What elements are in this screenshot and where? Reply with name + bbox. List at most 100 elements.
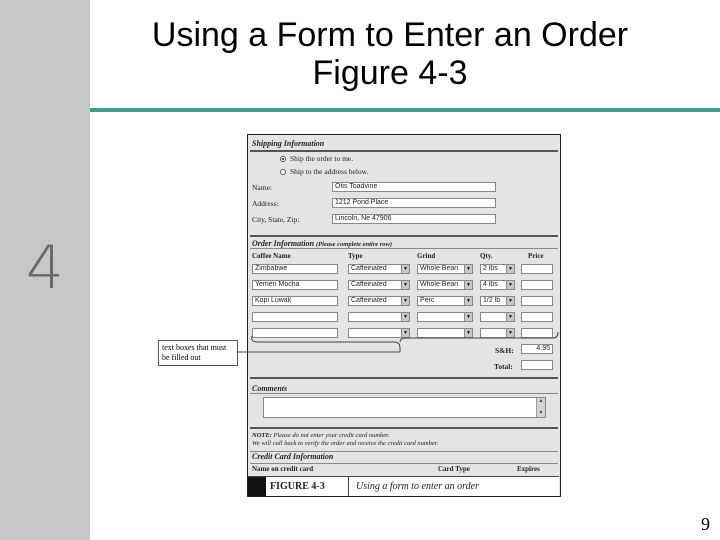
coffee-name-field[interactable]: Kopi Luwak [252, 296, 338, 306]
note-prefix: NOTE: [252, 432, 272, 439]
slide-title-line2: Figure 4-3 [312, 54, 468, 92]
dropdown-arrow-icon: ▼ [401, 297, 409, 305]
col-type: Type [348, 252, 363, 260]
note-line1: Please do not enter your credit card num… [273, 432, 390, 439]
ship-to-address-radio[interactable] [280, 169, 286, 175]
section-divider [250, 150, 558, 152]
caption-divider [348, 477, 349, 496]
type-select[interactable]: Caffeinated ▼ [348, 264, 410, 274]
dropdown-arrow-icon: ▼ [401, 329, 409, 337]
col-grind: Grind [417, 252, 436, 260]
callout-box: text boxes that must be filled out [158, 340, 238, 366]
dropdown-arrow-icon: ▼ [464, 297, 472, 305]
qty-select[interactable]: 4 lbs ▼ [480, 280, 515, 290]
section-divider [250, 427, 558, 429]
shipping-heading: Shipping Information [252, 139, 325, 148]
col-coffee-name: Coffee Name [252, 252, 291, 260]
price-field[interactable] [521, 328, 553, 338]
qty-value: 2 lbs [483, 265, 498, 272]
address-label: Address: [252, 199, 279, 208]
slide-title-line1: Using a Form to Enter an Order [151, 16, 629, 54]
coffee-name-field[interactable] [252, 328, 338, 338]
chapter-sidebar: 4 [0, 0, 90, 540]
grind-value: Whole Bean [420, 281, 459, 288]
type-select[interactable]: Caffeinated ▼ [348, 280, 410, 290]
dropdown-arrow-icon: ▼ [464, 313, 472, 321]
type-value: Caffeinated [351, 265, 387, 272]
col-price: Price [528, 252, 544, 260]
col-qty: Qty. [480, 252, 493, 260]
order-form-figure: Shipping Information Ship the order to m… [247, 134, 561, 497]
sh-label: S&H: [495, 346, 514, 355]
qty-select[interactable]: ▼ [480, 312, 515, 322]
name-field[interactable]: Otis Toadvine [332, 182, 496, 192]
chapter-number: 4 [25, 233, 65, 303]
address-field[interactable]: 1212 Pond Place [332, 198, 496, 208]
type-select[interactable]: ▼ [348, 312, 410, 322]
city-state-zip-label: City, State, Zip: [252, 215, 300, 224]
credit-card-heading: Credit Card Information [252, 452, 334, 461]
ship-to-address-label: Ship to the address below. [290, 167, 369, 176]
total-field [521, 360, 553, 370]
qty-value: 1/2 lb [483, 297, 501, 304]
grind-select[interactable]: Whole Bean ▼ [417, 280, 473, 290]
order-heading-note: (Please complete entire row) [316, 241, 393, 248]
dropdown-arrow-icon: ▼ [464, 265, 472, 273]
price-field[interactable] [521, 312, 553, 322]
slide-title: Using a Form to Enter an Order Figure 4-… [100, 16, 680, 92]
caption-marker [248, 477, 266, 496]
qty-value: 4 lbs [483, 281, 498, 288]
dropdown-arrow-icon: ▼ [506, 313, 514, 321]
type-value: Caffeinated [351, 281, 387, 288]
ship-to-me-label: Ship the order to me. [290, 154, 354, 163]
note-text: NOTE: Please do not enter your credit ca… [252, 432, 438, 448]
grind-select[interactable]: ▼ [417, 328, 473, 338]
city-state-zip-field[interactable]: Lincoln, Ne 47906 [332, 214, 496, 224]
total-label: Total: [494, 362, 513, 371]
coffee-name-field[interactable]: Yemen Mocha [252, 280, 338, 290]
qty-select[interactable]: 2 lbs ▼ [480, 264, 515, 274]
section-divider [250, 377, 558, 379]
col-name-on-card: Name on credit card [252, 465, 314, 473]
ship-to-me-radio[interactable] [280, 156, 286, 162]
type-select[interactable]: ▼ [348, 328, 410, 338]
grind-select[interactable]: Whole Bean ▼ [417, 264, 473, 274]
price-field[interactable] [521, 296, 553, 306]
section-divider [250, 393, 558, 394]
caption-text: Using a form to enter an order [356, 481, 479, 492]
comments-scrollbar[interactable]: ▲ ▼ [536, 398, 545, 417]
coffee-name-field[interactable] [252, 312, 338, 322]
dropdown-arrow-icon: ▼ [401, 265, 409, 273]
type-select[interactable]: Caffeinated ▼ [348, 296, 410, 306]
comments-textarea[interactable]: ▲ ▼ [263, 397, 546, 418]
figure-caption: FIGURE 4-3 Using a form to enter an orde… [248, 476, 559, 496]
grind-value: Whole Bean [420, 265, 459, 272]
grind-select[interactable]: Perc ▼ [417, 296, 473, 306]
price-field[interactable] [521, 280, 553, 290]
scroll-up-icon: ▲ [538, 399, 544, 404]
section-divider [250, 235, 558, 237]
sh-field: 4.95 [521, 344, 553, 354]
dropdown-arrow-icon: ▼ [464, 329, 472, 337]
dropdown-arrow-icon: ▼ [401, 281, 409, 289]
section-divider [250, 463, 558, 464]
dropdown-arrow-icon: ▼ [506, 265, 514, 273]
dropdown-arrow-icon: ▼ [506, 281, 514, 289]
dropdown-arrow-icon: ▼ [464, 281, 472, 289]
type-value: Caffeinated [351, 297, 387, 304]
qty-select[interactable]: ▼ [480, 328, 515, 338]
name-label: Name: [252, 183, 272, 192]
dropdown-arrow-icon: ▼ [506, 297, 514, 305]
page-number: 9 [701, 514, 710, 534]
caption-label: FIGURE 4-3 [270, 481, 325, 492]
price-field[interactable] [521, 264, 553, 274]
coffee-name-field[interactable]: Zimbabwe [252, 264, 338, 274]
grind-select[interactable]: ▼ [417, 312, 473, 322]
note-line2: We will call back to verify the order an… [252, 440, 439, 447]
qty-select[interactable]: 1/2 lb ▼ [480, 296, 515, 306]
dropdown-arrow-icon: ▼ [401, 313, 409, 321]
dropdown-arrow-icon: ▼ [506, 329, 514, 337]
col-card-type: Card Type [438, 465, 470, 473]
col-expires: Expires [517, 465, 540, 473]
section-divider [250, 248, 558, 249]
